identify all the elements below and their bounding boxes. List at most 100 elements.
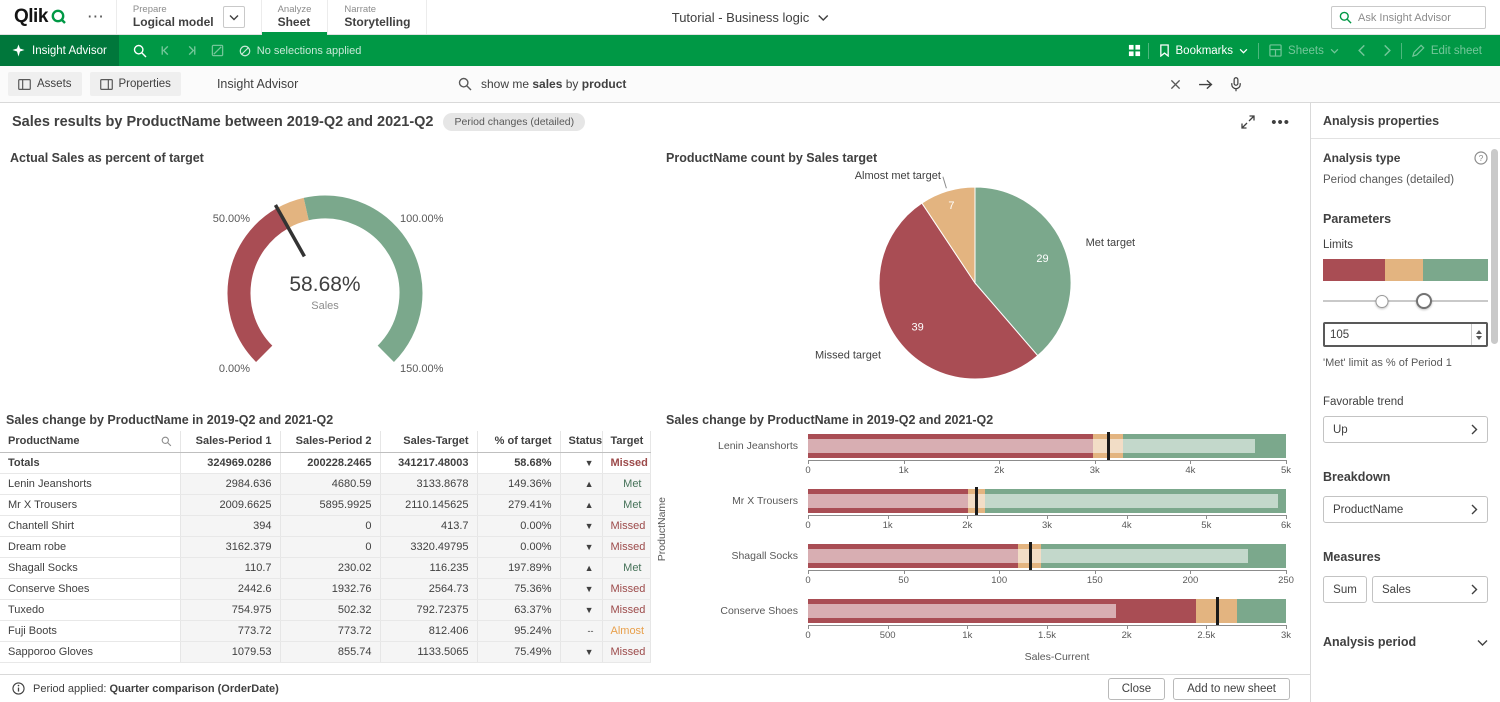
tab-narrate[interactable]: Narrate Storytelling xyxy=(327,0,427,34)
table-cell-name[interactable]: Totals xyxy=(0,452,180,473)
bullet-axis-tick-label: 3k xyxy=(1090,465,1100,476)
table-cell-name[interactable]: Tuxedo xyxy=(0,599,180,620)
table-header-5[interactable]: Status xyxy=(560,431,602,452)
limits-slider[interactable] xyxy=(1323,293,1488,310)
clear-query-button[interactable] xyxy=(1170,79,1181,90)
bullet-plot[interactable]: 05001k1.5k2k2.5k3k xyxy=(808,596,1286,651)
ask-insight-advisor-search[interactable] xyxy=(1331,6,1486,29)
app-title-dropdown[interactable]: Tutorial - Business logic xyxy=(672,0,829,35)
bullet-axis-tick xyxy=(1286,460,1287,464)
tab-prepare[interactable]: Prepare Logical model xyxy=(116,0,261,34)
table-cell-name[interactable]: Sapporoo Gloves xyxy=(0,641,180,662)
tab-prepare-label: Logical model xyxy=(133,15,214,30)
met-limit-value-field[interactable] xyxy=(1325,324,1471,345)
bullet-plot[interactable]: 01k2k3k4k5k6k xyxy=(808,486,1286,541)
help-icon[interactable]: ? xyxy=(1474,151,1488,165)
table-cell-num: 95.24% xyxy=(477,620,560,641)
more-options-button[interactable]: ••• xyxy=(1271,114,1290,131)
properties-button[interactable]: Properties xyxy=(90,72,181,96)
pie-leader-line xyxy=(943,177,946,188)
bullet-y-axis-label: ProductName xyxy=(656,497,668,561)
clear-selections-button[interactable] xyxy=(205,35,231,66)
bullet-axis-tick xyxy=(1206,625,1207,629)
table-cell-name[interactable]: Conserve Shoes xyxy=(0,578,180,599)
panel-scrollbar-thumb[interactable] xyxy=(1491,149,1498,344)
tab-analyze[interactable]: Analyze Sheet xyxy=(261,0,328,34)
table-cell-name[interactable]: Dream robe xyxy=(0,536,180,557)
analysis-type-badge: Period changes (detailed) xyxy=(443,113,585,131)
table-header-6[interactable]: Target xyxy=(602,431,650,452)
met-limit-input[interactable] xyxy=(1323,322,1488,347)
expand-button[interactable] xyxy=(1241,115,1255,129)
close-button[interactable]: Close xyxy=(1108,678,1165,700)
sales-table: ProductNameSales-Period 1Sales-Period 2S… xyxy=(0,431,651,663)
selections-search-button[interactable] xyxy=(127,35,153,66)
measure-select[interactable]: Sales xyxy=(1372,576,1488,603)
slider-handle-2[interactable] xyxy=(1416,293,1432,309)
table-header-3[interactable]: Sales-Target xyxy=(380,431,477,452)
bullet-plot[interactable]: 050100150200250 xyxy=(808,541,1286,596)
submit-query-button[interactable] xyxy=(1198,79,1213,90)
table-cell-num: 1079.53 xyxy=(180,641,280,662)
stepper-down-icon[interactable] xyxy=(1476,336,1482,340)
previous-sheet-button[interactable] xyxy=(1349,35,1375,66)
table-header-1[interactable]: Sales-Period 1 xyxy=(180,431,280,452)
column-search-icon[interactable] xyxy=(161,436,172,447)
favorable-trend-label: Favorable trend xyxy=(1323,396,1488,408)
no-selections-icon xyxy=(239,45,251,57)
voice-query-button[interactable] xyxy=(1230,77,1242,92)
properties-panel-icon xyxy=(100,79,113,90)
table-cell-name[interactable]: Lenin Jeanshorts xyxy=(0,473,180,494)
slider-handle-1[interactable] xyxy=(1376,295,1389,308)
step-forward-button[interactable] xyxy=(179,35,205,66)
table-header-2[interactable]: Sales-Period 2 xyxy=(280,431,380,452)
sheets-icon xyxy=(1269,44,1282,57)
stepper-up-icon[interactable] xyxy=(1476,330,1482,334)
bullet-axis-tick-label: 2.5k xyxy=(1197,630,1215,641)
prepare-dropdown-button[interactable] xyxy=(223,6,245,28)
bullet-chart[interactable]: ProductName Lenin Jeanshorts01k2k3k4k5kM… xyxy=(650,431,1310,663)
table-cell-num: 75.36% xyxy=(477,578,560,599)
sheets-button[interactable]: Sheets xyxy=(1259,35,1349,66)
table-cell-num: 2564.73 xyxy=(380,578,477,599)
bullet-axis-tick xyxy=(999,460,1000,464)
table-cell-num: 63.37% xyxy=(477,599,560,620)
insight-advisor-button[interactable]: Insight Advisor xyxy=(0,35,119,66)
breakdown-heading: Breakdown xyxy=(1323,470,1488,484)
table-cell-name[interactable]: Shagall Socks xyxy=(0,557,180,578)
met-limit-stepper[interactable] xyxy=(1471,324,1486,345)
bullet-row: Mr X Trousers01k2k3k4k5k6k xyxy=(660,486,1310,541)
next-sheet-button[interactable] xyxy=(1375,35,1401,66)
table-cell-status: ▼ xyxy=(560,599,602,620)
table-header-0[interactable]: ProductName xyxy=(0,431,180,452)
table-cell-name[interactable]: Chantell Shirt xyxy=(0,515,180,536)
add-to-new-sheet-button[interactable]: Add to new sheet xyxy=(1173,678,1290,700)
measure-aggregation-chip[interactable]: Sum xyxy=(1323,576,1367,603)
bullet-target-marker xyxy=(1107,432,1110,460)
favorable-trend-select[interactable]: Up xyxy=(1323,416,1488,443)
table-cell-num: 3162.379 xyxy=(180,536,280,557)
table-header-4[interactable]: % of target xyxy=(477,431,560,452)
table-cell-result: Missed xyxy=(602,599,650,620)
global-menu-button[interactable]: ⋯ xyxy=(75,0,116,34)
table-cell-name[interactable]: Mr X Trousers xyxy=(0,494,180,515)
gauge-chart[interactable]: 0.00%50.00%100.00%150.00%58.68%Sales xyxy=(0,165,650,403)
assets-button[interactable]: Assets xyxy=(8,72,82,96)
edit-sheet-button[interactable]: Edit sheet xyxy=(1402,35,1492,66)
analysis-properties-panel: Analysis properties Analysis type ? Peri… xyxy=(1310,103,1500,702)
panel-scrollbar[interactable] xyxy=(1491,143,1498,696)
bookmarks-button[interactable]: Bookmarks xyxy=(1149,35,1259,66)
pie-chart[interactable]: 29Met target39Missed target7Almost met t… xyxy=(650,165,1310,403)
pie-slice-label: Missed target xyxy=(815,349,881,361)
table-cell-status: ▼ xyxy=(560,536,602,557)
step-back-button[interactable] xyxy=(153,35,179,66)
bullet-axis-tick xyxy=(808,515,809,519)
query-input[interactable]: show me sales by product xyxy=(481,77,626,91)
analysis-type-value: Period changes (detailed) xyxy=(1323,174,1488,186)
table-cell-name[interactable]: Fuji Boots xyxy=(0,620,180,641)
app-grid-button[interactable] xyxy=(1122,35,1148,66)
breakdown-select[interactable]: ProductName xyxy=(1323,496,1488,523)
bullet-plot[interactable]: 01k2k3k4k5k xyxy=(808,431,1286,486)
ask-insight-advisor-input[interactable] xyxy=(1358,12,1478,24)
analysis-period-expand-button[interactable] xyxy=(1477,639,1488,646)
